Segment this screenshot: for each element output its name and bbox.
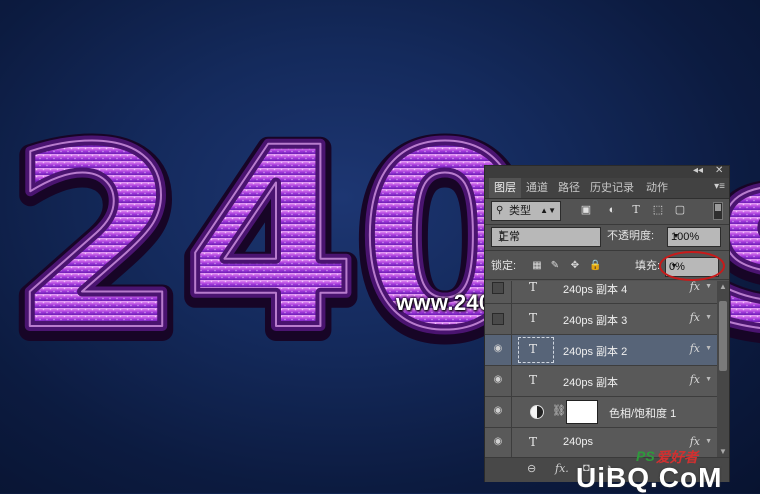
panel-tabs: 图层 通道 路径 历史记录 动作 ▾≡ (485, 178, 729, 199)
fill-label: 填充: (635, 260, 661, 272)
panel-header-bar: ◂◂ ✕ (485, 165, 729, 178)
filter-type-label: 类型 (509, 205, 531, 217)
chevron-down-icon[interactable]: ▼ (705, 345, 712, 352)
eye-icon[interactable]: ◉ (491, 343, 505, 355)
pixel-filter-icon[interactable]: ▣ (579, 203, 593, 217)
text-layer-icon: T (529, 281, 538, 294)
chevron-down-icon[interactable]: ▼ (671, 228, 681, 246)
filter-toggle[interactable] (713, 202, 723, 220)
site-logo: PS 爱好者 UiBQ.CoM (576, 448, 760, 493)
layers-panel: ◂◂ ✕ 图层 通道 路径 历史记录 动作 ▾≡ ⚲ 类型 ▲▼ ▣ ◐ T ⬚… (484, 165, 730, 482)
lock-all-icon[interactable]: 🔒 (589, 260, 601, 272)
layer-row[interactable]: ◉ ⛓ 色相/饱和度 1 (485, 397, 717, 428)
smart-object-filter-icon[interactable]: ▢ (673, 203, 687, 217)
text-layer-icon: T (529, 373, 538, 387)
layer-name[interactable]: 240ps (563, 436, 593, 448)
chevron-down-icon: ▲▼ (540, 206, 556, 215)
opacity-label: 不透明度: (607, 230, 655, 242)
filter-type-dropdown[interactable]: ⚲ 类型 ▲▼ (491, 201, 561, 221)
visibility-toggle[interactable] (492, 282, 504, 294)
tab-history[interactable]: 历史记录 (585, 178, 639, 198)
layer-name[interactable]: 240ps 副本 (563, 374, 618, 390)
adjustment-filter-icon[interactable]: ◐ (605, 203, 619, 217)
layer-name[interactable]: 色相/饱和度 1 (609, 405, 676, 421)
chevron-down-icon[interactable]: ▼ (705, 283, 712, 290)
link-layers-icon[interactable]: ⊖ (527, 462, 536, 475)
type-filter-icon[interactable]: T (629, 203, 643, 217)
layer-name[interactable]: 240ps 副本 4 (563, 281, 627, 297)
collapse-icon[interactable]: ◂◂ (693, 165, 703, 176)
layer-row-selected[interactable]: ◉ T 240ps 副本 2 fx ▼ (485, 335, 717, 366)
lock-label: 锁定: (491, 260, 517, 272)
chevron-updown-icon: ▲ ▼ (498, 229, 505, 244)
fx-icon[interactable]: fx (690, 311, 700, 324)
layer-name[interactable]: 240ps 副本 3 (563, 312, 627, 328)
divider (511, 335, 512, 365)
fx-icon[interactable]: fx (690, 281, 700, 293)
scroll-thumb[interactable] (719, 301, 727, 371)
link-icon[interactable]: ⛓ (552, 404, 566, 417)
add-style-icon[interactable]: fx. (555, 462, 569, 475)
tab-channels[interactable]: 通道 (521, 178, 553, 198)
layer-row[interactable]: T 240ps 副本 3 fx ▼ (485, 304, 717, 335)
layers-list: T 240ps 副本 4 fx ▼ T 240ps 副本 3 fx ▼ ◉ T … (485, 281, 717, 457)
visibility-toggle[interactable] (492, 313, 504, 325)
layer-name[interactable]: 240ps 副本 2 (563, 343, 627, 359)
tab-layers[interactable]: 图层 (489, 178, 521, 198)
shape-filter-icon[interactable]: ⬚ (651, 203, 665, 217)
adjustment-layer-icon (530, 405, 544, 419)
chevron-down-icon[interactable]: ▼ (705, 314, 712, 321)
layer-mask-thumbnail[interactable] (566, 400, 598, 424)
divider (511, 304, 512, 334)
close-icon[interactable]: ✕ (715, 165, 723, 176)
opacity-field[interactable]: 100% ▼ (667, 227, 721, 247)
text-layer-icon: T (529, 311, 538, 325)
eye-icon[interactable]: ◉ (491, 405, 505, 417)
divider (511, 366, 512, 396)
divider (511, 281, 512, 303)
layer-row[interactable]: ◉ T 240ps 副本 fx ▼ (485, 366, 717, 397)
logo-main-text: UiBQ.CoM (576, 462, 723, 493)
tab-actions[interactable]: 动作 (641, 178, 673, 198)
layers-scrollbar[interactable]: ▲ ▼ (717, 281, 729, 457)
layer-row[interactable]: T 240ps 副本 4 fx ▼ (485, 281, 717, 304)
blend-mode-dropdown[interactable]: 正常 ▲ ▼ (491, 227, 601, 247)
scroll-up-icon[interactable]: ▲ (719, 282, 727, 291)
fill-highlight-circle (659, 251, 725, 281)
filter-row: ⚲ 类型 ▲▼ ▣ ◐ T ⬚ ▢ (485, 199, 729, 223)
divider (511, 397, 512, 427)
lock-move-icon[interactable]: ✥ (569, 260, 581, 272)
eye-icon[interactable]: ◉ (491, 374, 505, 386)
blend-row: 正常 ▲ ▼ 不透明度: 100% ▼ (485, 225, 729, 249)
text-layer-icon: T (529, 342, 538, 356)
panel-menu-icon[interactable]: ▾≡ (714, 181, 725, 192)
divider (511, 428, 512, 457)
fx-icon[interactable]: fx (690, 342, 700, 355)
lock-paint-icon[interactable]: ✎ (549, 260, 561, 272)
chevron-down-icon[interactable]: ▼ (705, 376, 712, 383)
text-layer-icon: T (529, 435, 538, 449)
lock-transparency-icon[interactable]: ▦ (531, 260, 543, 272)
tab-paths[interactable]: 路径 (553, 178, 585, 198)
fx-icon[interactable]: fx (690, 373, 700, 386)
eye-icon[interactable]: ◉ (491, 436, 505, 448)
search-icon: ⚲ (496, 205, 504, 216)
chevron-down-icon[interactable]: ▼ (705, 438, 712, 445)
